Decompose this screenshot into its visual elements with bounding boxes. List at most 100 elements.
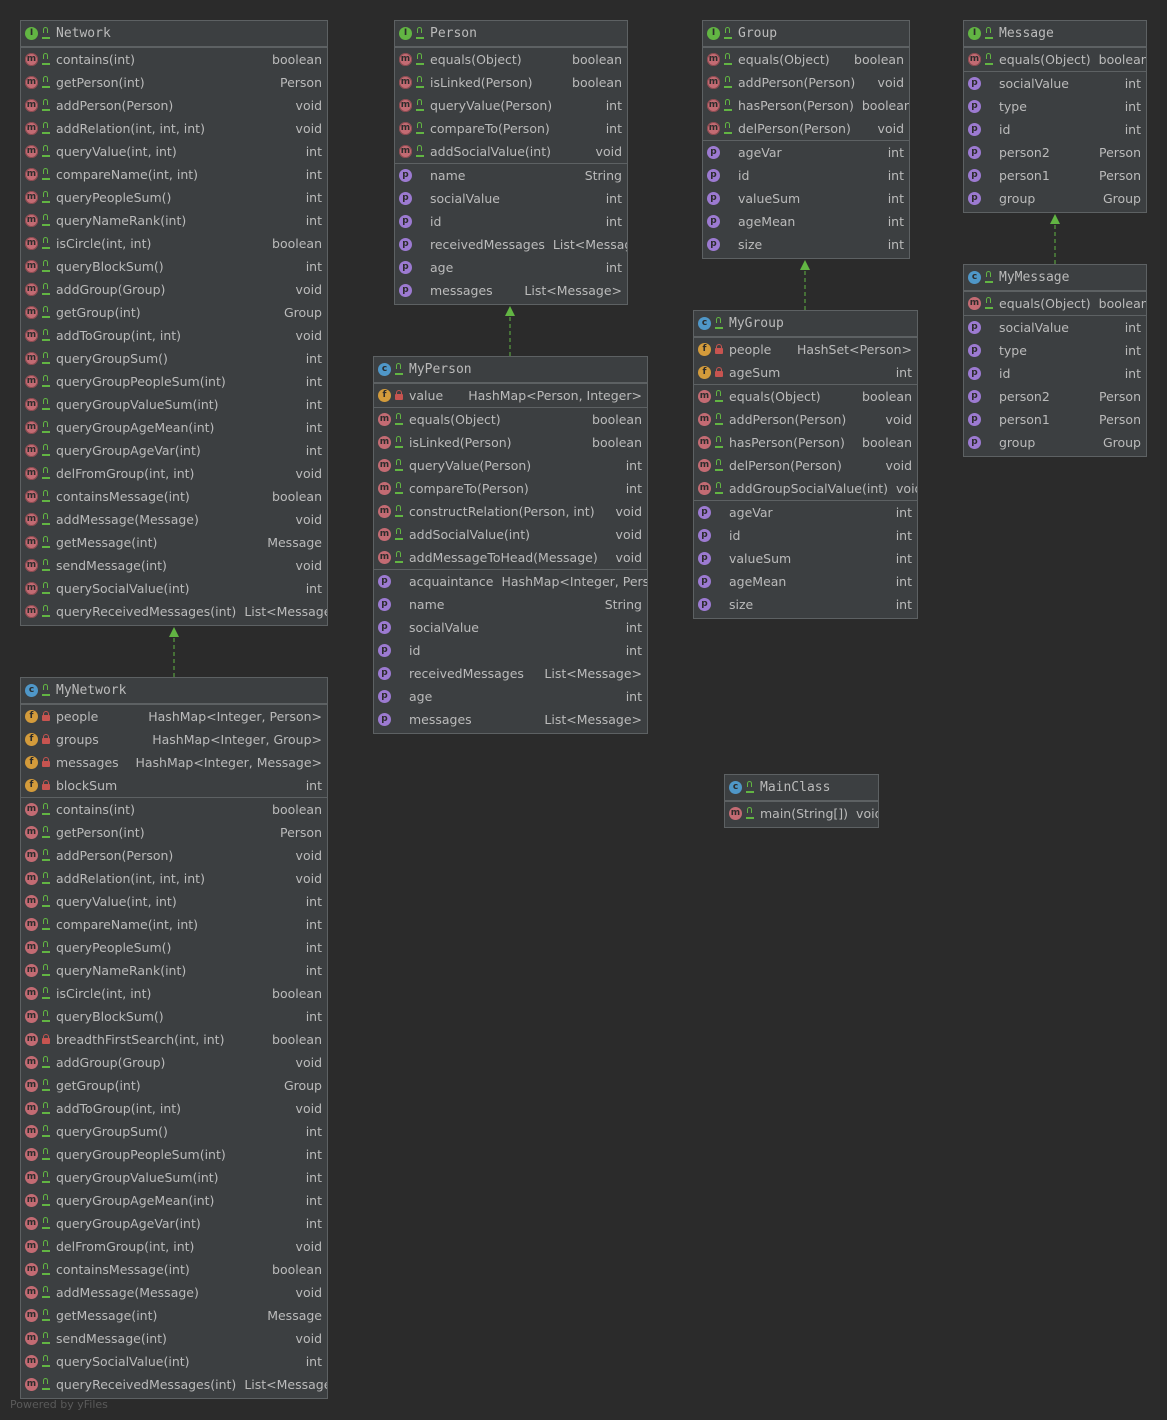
- mynetwork-member-row[interactable]: m queryGroupSum() int: [21, 1120, 327, 1143]
- network-member-row[interactable]: m queryNameRank(int) int: [21, 209, 327, 232]
- network-member-row[interactable]: m isCircle(int, int) boolean: [21, 232, 327, 255]
- mymessage-member-row[interactable]: p socialValue int: [964, 316, 1146, 339]
- mygroup-member-row[interactable]: m hasPerson(Person) boolean: [694, 431, 917, 454]
- mymessage-member-row[interactable]: p id int: [964, 362, 1146, 385]
- mygroup-box[interactable]: c MyGroup f people HashSet<Person> f ageSum int…: [693, 310, 918, 619]
- mynetwork-member-row[interactable]: m containsMessage(int) boolean: [21, 1258, 327, 1281]
- person-member-row[interactable]: p receivedMessages List<Message>: [395, 233, 627, 256]
- mynetwork-member-row[interactable]: m sendMessage(int) void: [21, 1327, 327, 1350]
- mygroup-member-row[interactable]: p ageVar int: [694, 501, 917, 524]
- mynetwork-member-row[interactable]: m addPerson(Person) void: [21, 844, 327, 867]
- myperson-member-row[interactable]: p name String: [374, 593, 647, 616]
- group-member-row[interactable]: p size int: [703, 233, 909, 256]
- myperson-member-row[interactable]: p age int: [374, 685, 647, 708]
- mynetwork-member-row[interactable]: m queryGroupPeopleSum(int) int: [21, 1143, 327, 1166]
- network-member-row[interactable]: m delFromGroup(int, int) void: [21, 462, 327, 485]
- network-member-row[interactable]: m queryGroupAgeVar(int) int: [21, 439, 327, 462]
- network-member-row[interactable]: m containsMessage(int) boolean: [21, 485, 327, 508]
- mygroup-member-row[interactable]: m delPerson(Person) void: [694, 454, 917, 477]
- mynetwork-member-row[interactable]: f people HashMap<Integer, Person>: [21, 705, 327, 728]
- network-member-row[interactable]: m querySocialValue(int) int: [21, 577, 327, 600]
- mynetwork-member-row[interactable]: m queryValue(int, int) int: [21, 890, 327, 913]
- message-member-row[interactable]: p type int: [964, 95, 1146, 118]
- network-member-row[interactable]: m queryReceivedMessages(int) List<Message>: [21, 600, 327, 623]
- mynetwork-member-row[interactable]: m contains(int) boolean: [21, 798, 327, 821]
- network-member-row[interactable]: m contains(int) boolean: [21, 48, 327, 71]
- mygroup-member-row[interactable]: m addGroupSocialValue(int) void: [694, 477, 917, 500]
- group-member-row[interactable]: p ageMean int: [703, 210, 909, 233]
- message-member-row[interactable]: p id int: [964, 118, 1146, 141]
- group-member-row[interactable]: p valueSum int: [703, 187, 909, 210]
- network-box[interactable]: I Network m contains(int) boolean m getPerson(…: [20, 20, 328, 626]
- group-member-row[interactable]: p ageVar int: [703, 141, 909, 164]
- mygroup-member-row[interactable]: p ageMean int: [694, 570, 917, 593]
- mynetwork-member-row[interactable]: m queryReceivedMessages(int) List<Message>: [21, 1373, 327, 1396]
- group-member-row[interactable]: m equals(Object) boolean: [703, 48, 909, 71]
- network-member-row[interactable]: m compareName(int, int) int: [21, 163, 327, 186]
- network-member-row[interactable]: m addToGroup(int, int) void: [21, 324, 327, 347]
- network-member-row[interactable]: m addPerson(Person) void: [21, 94, 327, 117]
- network-member-row[interactable]: m queryPeopleSum() int: [21, 186, 327, 209]
- myperson-member-row[interactable]: p messages List<Message>: [374, 708, 647, 731]
- mynetwork-member-row[interactable]: m breadthFirstSearch(int, int) boolean: [21, 1028, 327, 1051]
- mynetwork-member-row[interactable]: m delFromGroup(int, int) void: [21, 1235, 327, 1258]
- mynetwork-member-row[interactable]: m getMessage(int) Message: [21, 1304, 327, 1327]
- myperson-member-row[interactable]: p receivedMessages List<Message>: [374, 662, 647, 685]
- mymessage-member-row[interactable]: p group Group: [964, 431, 1146, 454]
- person-member-row[interactable]: m addSocialValue(int) void: [395, 140, 627, 163]
- network-member-row[interactable]: m queryGroupValueSum(int) int: [21, 393, 327, 416]
- mymessage-member-row[interactable]: p type int: [964, 339, 1146, 362]
- mymessage-box[interactable]: c MyMessage m equals(Object) boolean p socialV…: [963, 264, 1147, 457]
- mygroup-member-row[interactable]: f people HashSet<Person>: [694, 338, 917, 361]
- mygroup-member-row[interactable]: p id int: [694, 524, 917, 547]
- network-member-row[interactable]: m queryGroupSum() int: [21, 347, 327, 370]
- mynetwork-member-row[interactable]: m addToGroup(int, int) void: [21, 1097, 327, 1120]
- group-member-row[interactable]: m addPerson(Person) void: [703, 71, 909, 94]
- mynetwork-member-row[interactable]: m isCircle(int, int) boolean: [21, 982, 327, 1005]
- network-member-row[interactable]: m addRelation(int, int, int) void: [21, 117, 327, 140]
- person-box[interactable]: I Person m equals(Object) boolean m isLinked(P…: [394, 20, 628, 305]
- message-member-row[interactable]: p group Group: [964, 187, 1146, 210]
- myperson-member-row[interactable]: m isLinked(Person) boolean: [374, 431, 647, 454]
- message-member-row[interactable]: p person1 Person: [964, 164, 1146, 187]
- group-member-row[interactable]: m hasPerson(Person) boolean: [703, 94, 909, 117]
- network-member-row[interactable]: m queryGroupAgeMean(int) int: [21, 416, 327, 439]
- person-member-row[interactable]: m compareTo(Person) int: [395, 117, 627, 140]
- myperson-member-row[interactable]: p acquaintance HashMap<Integer, Person>: [374, 570, 647, 593]
- mynetwork-member-row[interactable]: m queryPeopleSum() int: [21, 936, 327, 959]
- mymessage-member-row[interactable]: p person2 Person: [964, 385, 1146, 408]
- myperson-member-row[interactable]: m compareTo(Person) int: [374, 477, 647, 500]
- person-member-row[interactable]: p messages List<Message>: [395, 279, 627, 302]
- person-member-row[interactable]: p age int: [395, 256, 627, 279]
- group-member-row[interactable]: p id int: [703, 164, 909, 187]
- mynetwork-box[interactable]: c MyNetwork f people HashMap<Integer, Person…: [20, 677, 328, 1399]
- network-member-row[interactable]: m queryGroupPeopleSum(int) int: [21, 370, 327, 393]
- mynetwork-member-row[interactable]: m addGroup(Group) void: [21, 1051, 327, 1074]
- mynetwork-member-row[interactable]: f groups HashMap<Integer, Group>: [21, 728, 327, 751]
- mynetwork-member-row[interactable]: m queryGroupAgeVar(int) int: [21, 1212, 327, 1235]
- myperson-member-row[interactable]: m addSocialValue(int) void: [374, 523, 647, 546]
- person-member-row[interactable]: m queryValue(Person) int: [395, 94, 627, 117]
- mynetwork-member-row[interactable]: m addRelation(int, int, int) void: [21, 867, 327, 890]
- myperson-member-row[interactable]: m equals(Object) boolean: [374, 408, 647, 431]
- person-member-row[interactable]: m isLinked(Person) boolean: [395, 71, 627, 94]
- mainclass-member-row[interactable]: m main(String[]) void: [725, 802, 878, 825]
- myperson-member-row[interactable]: p socialValue int: [374, 616, 647, 639]
- mynetwork-member-row[interactable]: m querySocialValue(int) int: [21, 1350, 327, 1373]
- message-member-row[interactable]: p person2 Person: [964, 141, 1146, 164]
- myperson-member-row[interactable]: m addMessageToHead(Message) void: [374, 546, 647, 569]
- mygroup-member-row[interactable]: m addPerson(Person) void: [694, 408, 917, 431]
- network-member-row[interactable]: m sendMessage(int) void: [21, 554, 327, 577]
- network-member-row[interactable]: m getGroup(int) Group: [21, 301, 327, 324]
- network-member-row[interactable]: m addGroup(Group) void: [21, 278, 327, 301]
- group-member-row[interactable]: m delPerson(Person) void: [703, 117, 909, 140]
- myperson-member-row[interactable]: p id int: [374, 639, 647, 662]
- network-member-row[interactable]: m queryBlockSum() int: [21, 255, 327, 278]
- person-member-row[interactable]: p id int: [395, 210, 627, 233]
- message-member-row[interactable]: m equals(Object) boolean: [964, 48, 1146, 71]
- mynetwork-member-row[interactable]: m queryBlockSum() int: [21, 1005, 327, 1028]
- person-member-row[interactable]: p socialValue int: [395, 187, 627, 210]
- mygroup-member-row[interactable]: p valueSum int: [694, 547, 917, 570]
- mynetwork-member-row[interactable]: m queryGroupAgeMean(int) int: [21, 1189, 327, 1212]
- mymessage-member-row[interactable]: p person1 Person: [964, 408, 1146, 431]
